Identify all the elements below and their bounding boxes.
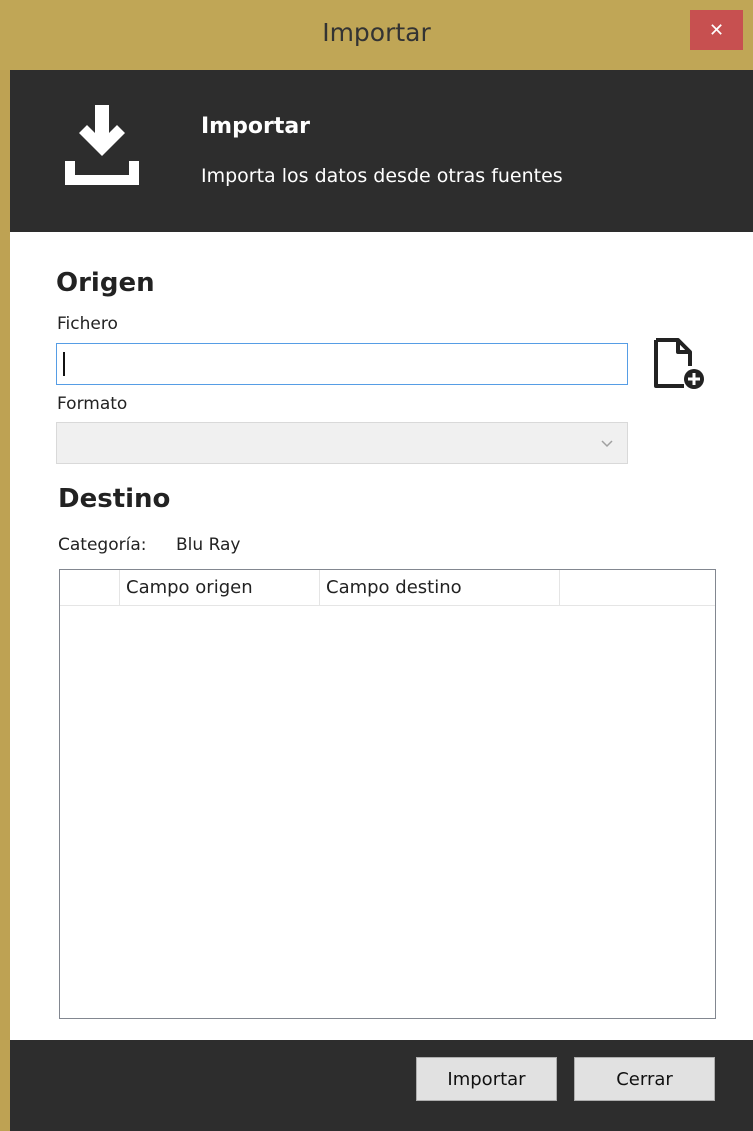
fichero-label: Fichero bbox=[57, 314, 118, 334]
origen-section-title: Origen bbox=[56, 268, 155, 298]
grid-column-header[interactable]: Campo origen bbox=[120, 570, 320, 606]
formato-label: Formato bbox=[57, 394, 128, 414]
text-caret bbox=[63, 352, 65, 376]
mapping-grid[interactable]: Campo origen Campo destino bbox=[59, 569, 716, 1019]
add-file-icon[interactable] bbox=[650, 336, 708, 392]
chevron-down-icon bbox=[601, 440, 613, 448]
grid-column-header[interactable] bbox=[60, 570, 120, 606]
close-button[interactable]: Cerrar bbox=[574, 1057, 715, 1101]
dialog-content: Importar Importa los datos desde otras f… bbox=[10, 70, 753, 1131]
formato-select[interactable] bbox=[56, 422, 628, 464]
close-window-button[interactable]: ✕ bbox=[690, 10, 743, 50]
import-window: Importar ✕ Importar Importa los datos de… bbox=[0, 0, 753, 1131]
destino-section-title: Destino bbox=[58, 484, 171, 514]
header-band: Importar Importa los datos desde otras f… bbox=[10, 70, 753, 232]
categoria-label: Categoría: bbox=[58, 535, 147, 555]
header-title: Importar bbox=[201, 114, 311, 139]
footer-band: Importar Cerrar bbox=[10, 1040, 753, 1131]
header-subtitle: Importa los datos desde otras fuentes bbox=[201, 165, 563, 187]
grid-header: Campo origen Campo destino bbox=[60, 570, 715, 606]
import-button[interactable]: Importar bbox=[416, 1057, 557, 1101]
categoria-value: Blu Ray bbox=[176, 535, 241, 555]
window-title: Importar bbox=[322, 18, 431, 47]
download-icon bbox=[65, 105, 139, 185]
grid-column-header[interactable]: Campo destino bbox=[320, 570, 560, 606]
grid-column-header[interactable] bbox=[560, 570, 715, 606]
title-bar[interactable]: Importar ✕ bbox=[0, 0, 753, 70]
fichero-input[interactable] bbox=[56, 343, 628, 385]
close-icon: ✕ bbox=[708, 19, 725, 41]
